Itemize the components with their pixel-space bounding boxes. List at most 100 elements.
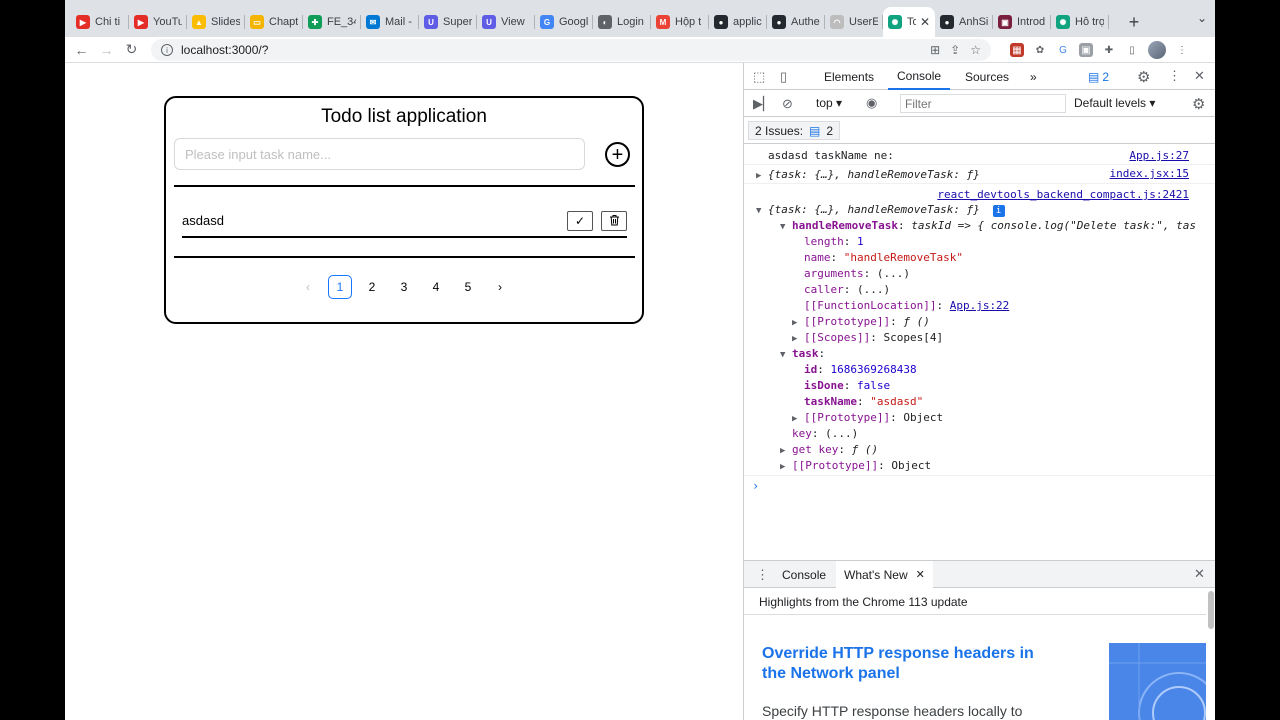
site-info-icon[interactable]: i [161,44,173,56]
expand-triangle-icon: ▶ [792,318,798,328]
browser-tab[interactable]: ✺ Hỗ trợ [1051,7,1109,37]
reload-icon[interactable]: ↻ [119,41,144,58]
console-object-collapsed[interactable]: ▶ {task: {…}, handleRemoveTask: ƒ} [756,168,980,181]
browser-tab[interactable]: U Super [419,7,477,37]
tab-console[interactable]: Console [888,63,951,90]
extension-flower-icon[interactable]: ✿ [1033,43,1047,57]
extensions-puzzle-icon[interactable]: ✚ [1102,43,1116,57]
browser-tab[interactable]: ◐ Login [593,7,651,37]
prop-scopes[interactable]: ▶ [[Scopes]]: Scopes[4] [792,331,943,344]
more-tabs-icon[interactable]: » [1030,63,1037,90]
browser-tab[interactable]: ▭ Chapt [245,7,303,37]
issues-counter[interactable]: ▤ 2 [1084,68,1113,85]
browser-tab[interactable]: ◠ UserE [825,7,883,37]
prop-get-key[interactable]: ▶ get key: ƒ () [780,443,878,456]
sidebar-toggle-icon[interactable]: ▶▏ [753,96,773,112]
address-bar[interactable]: i localhost:3000/? ⊞ ⇪ ☆ [151,39,991,61]
prop-arguments[interactable]: arguments: (...) [804,267,910,280]
page-button-2[interactable]: 2 [360,275,384,299]
tab-search-icon[interactable]: ⌄ [1197,11,1207,25]
prop-prototype[interactable]: ▶ [[Prototype]]: Object [780,459,931,472]
page-button-3[interactable]: 3 [392,275,416,299]
share-icon[interactable]: ⇪ [950,43,960,57]
prev-page-button[interactable]: ‹ [296,275,320,299]
browser-tab[interactable]: ● AnhSi [935,7,993,37]
issues-button[interactable]: 2 Issues: ▤ 2 [748,121,841,140]
log-levels-select[interactable]: Default levels ▾ [1074,96,1155,110]
browser-tab[interactable]: ● applic [709,7,767,37]
browser-tab[interactable]: U View [477,7,535,37]
tab-label: Mail - [385,16,412,28]
extension-translate-icon[interactable]: G [1056,43,1070,57]
next-page-button[interactable]: › [488,275,512,299]
browser-tab[interactable]: ● Authe [767,7,825,37]
browser-tab[interactable]: ▲ Slides [187,7,245,37]
source-link[interactable]: App.js:27 [1129,149,1189,162]
add-task-button[interactable]: + [605,142,630,167]
page-button-4[interactable]: 4 [424,275,448,299]
page-button-1[interactable]: 1 [328,275,352,299]
collapse-triangle-icon[interactable]: ▼ [780,222,792,232]
extension-gray-icon[interactable]: ▣ [1079,43,1093,57]
source-link[interactable]: index.jsx:15 [1110,167,1189,180]
browser-menu-icon[interactable]: ⋮ [1175,43,1189,57]
console-prompt[interactable]: › [752,479,759,493]
delete-task-button[interactable] [601,211,627,231]
prop-prototype[interactable]: ▶ [[Prototype]]: Object [792,411,943,424]
prop-key[interactable]: key: (...) [792,427,858,440]
back-icon[interactable]: ← [69,42,94,58]
new-tab-button[interactable]: + [1119,7,1149,37]
console-settings-icon[interactable]: ⚙ [1192,95,1205,113]
browser-tab[interactable]: ▣ Introd [993,7,1051,37]
close-tab-icon[interactable]: ✕ [920,15,930,29]
install-icon[interactable]: ⊞ [930,43,940,57]
prop-caller[interactable]: caller: (...) [804,283,890,296]
browser-tab[interactable]: ▶ Chi ti [71,7,129,37]
context-select[interactable]: top ▾ [816,96,842,110]
browser-tab[interactable]: ▶ YouTu [129,7,187,37]
more-options-icon[interactable]: ⋮ [1168,68,1181,84]
console-filter-input[interactable] [900,94,1066,113]
browser-tab[interactable]: ✺ To ✕ [883,7,935,37]
settings-gear-icon[interactable]: ⚙ [1137,68,1150,86]
prop-handleRemoveTask[interactable]: ▼ handleRemoveTask: taskId => { console.l… [780,219,1196,232]
feature-title-link[interactable]: Override HTTP response headers in the Ne… [762,644,1062,684]
drawer-menu-icon[interactable]: ⋮ [756,567,769,583]
tab-elements[interactable]: Elements [824,63,874,90]
browser-tab[interactable]: M Hộp t [651,7,709,37]
prop-task[interactable]: ▼ task: [780,347,825,360]
inspect-element-icon[interactable]: ⬚ [753,69,765,85]
drawer-tab-console[interactable]: Console [782,561,826,588]
side-panel-icon[interactable]: ▯ [1125,43,1139,57]
console-object-expanded[interactable]: ▼ {task: {…}, handleRemoveTask: ƒ} i [756,203,1005,217]
browser-tab[interactable]: ✚ FE_34 [303,7,361,37]
devtools-panel: ⬚ ▯ Elements Console Sources » ▤ 2 ⚙ ⋮ ✕… [743,63,1215,720]
mark-done-button[interactable]: ✓ [567,211,593,231]
source-link[interactable]: App.js:22 [950,299,1010,312]
tab-sources[interactable]: Sources [965,63,1009,90]
device-toolbar-icon[interactable]: ▯ [780,69,787,85]
page-button-5[interactable]: 5 [456,275,480,299]
drawer-tab-whats-new[interactable]: What's New ✕ [836,561,933,588]
scrollbar[interactable] [1208,591,1214,629]
close-drawer-icon[interactable]: ✕ [1194,566,1205,582]
plus-icon: + [611,143,624,166]
forward-icon[interactable]: → [94,42,119,58]
live-expression-eye-icon[interactable]: ◉ [866,95,877,111]
tab-favicon-icon: G [540,15,554,29]
tab-label: To [907,16,916,28]
expand-triangle-icon[interactable]: ▶ [756,171,768,181]
prop-prototype[interactable]: ▶ [[Prototype]]: ƒ () [792,315,930,328]
extension-red-icon[interactable]: ▦ [1010,43,1024,57]
clear-console-icon[interactable]: ⊘ [782,96,793,112]
task-name-input[interactable] [174,138,585,170]
close-tab-icon[interactable]: ✕ [916,568,925,581]
info-badge-icon[interactable]: i [992,205,1005,217]
profile-avatar[interactable] [1148,41,1166,59]
browser-tab[interactable]: G Googl [535,7,593,37]
source-link[interactable]: react_devtools_backend_compact.js:2421 [937,188,1189,201]
browser-tab[interactable]: ✉ Mail - [361,7,419,37]
close-devtools-icon[interactable]: ✕ [1194,68,1205,84]
collapse-triangle-icon[interactable]: ▼ [756,206,768,216]
bookmark-star-icon[interactable]: ☆ [970,43,981,57]
